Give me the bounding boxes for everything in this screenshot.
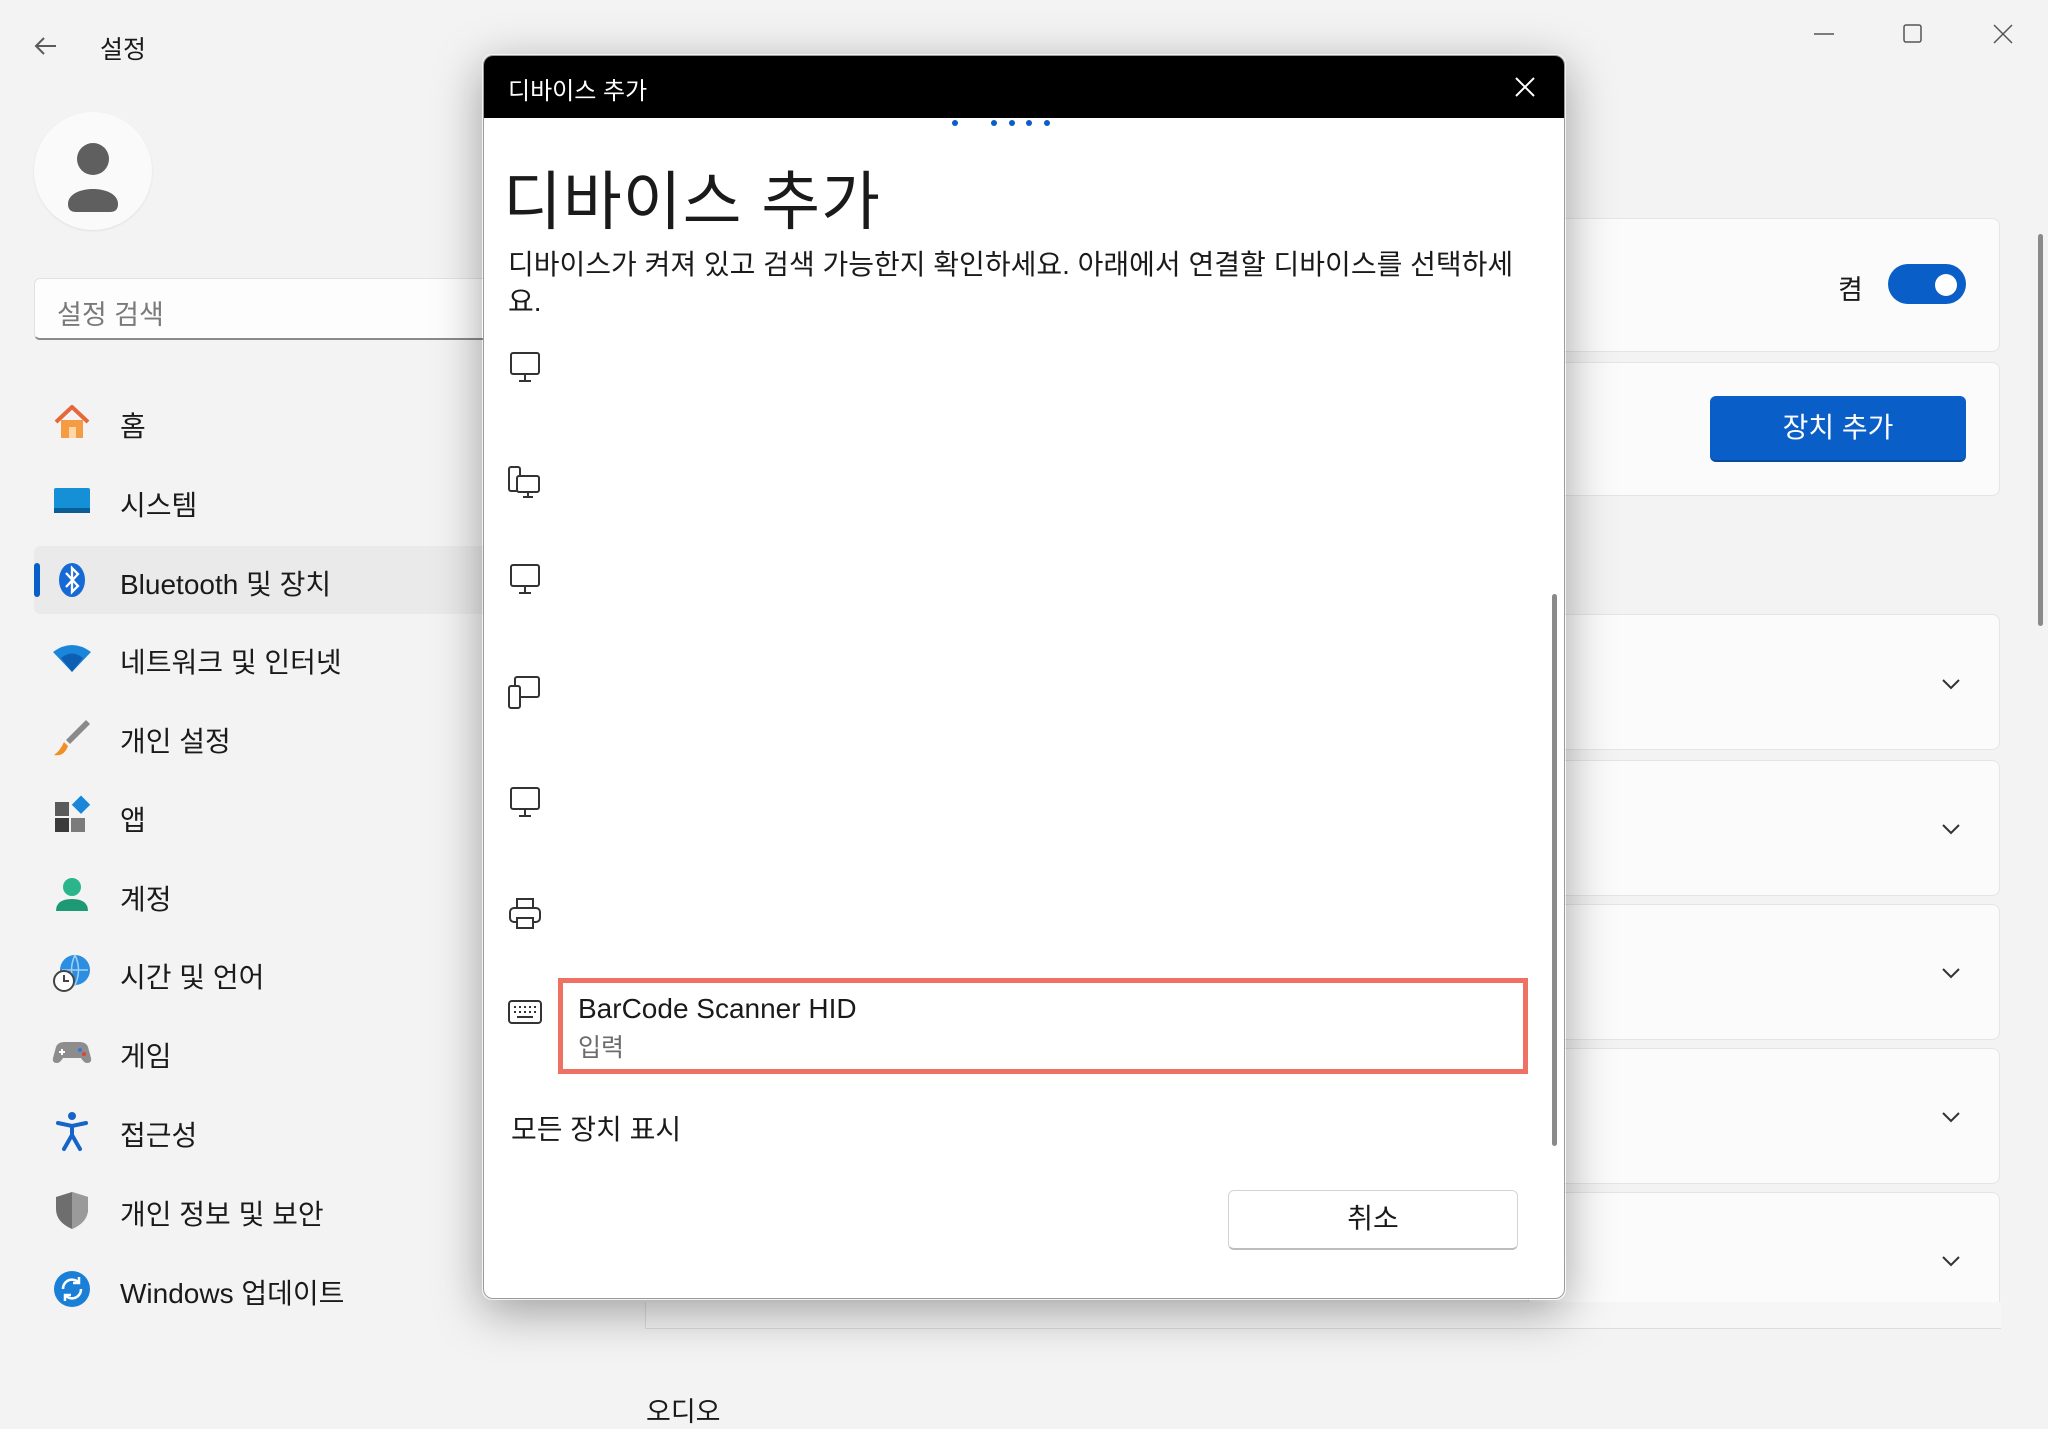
sidebar-item[interactable]: [34, 1097, 504, 1165]
accessibility-icon: [50, 1109, 94, 1153]
device-category-card[interactable]: [1528, 614, 2000, 750]
add-device-button[interactable]: 장치 추가: [1710, 396, 1966, 462]
monitor-icon[interactable]: [505, 560, 545, 600]
sidebar-item-label: 게임: [120, 1041, 172, 1072]
sidebar-item-label: Windows 업데이트: [120, 1278, 345, 1309]
bluetooth-icon: [50, 558, 94, 602]
brush-icon: [50, 715, 94, 759]
sidebar-item[interactable]: [34, 1018, 504, 1086]
update-icon: [50, 1267, 94, 1311]
sidebar-item-label: 네트워크 및 인터넷: [120, 647, 342, 678]
toggle-knob: [1935, 274, 1957, 296]
content-panel-edge: [645, 1302, 2001, 1329]
wifi-icon: [50, 636, 94, 680]
sidebar-item-label: 개인 정보 및 보안: [120, 1199, 324, 1230]
device-category-card[interactable]: [1528, 1048, 2000, 1184]
printer-icon[interactable]: [505, 894, 545, 934]
chevron-down-icon[interactable]: [1935, 668, 1967, 700]
minimize-icon[interactable]: [1804, 14, 1844, 54]
sidebar-item[interactable]: [34, 388, 504, 456]
dialog-description: 디바이스가 켜져 있고 검색 가능한지 확인하세요. 아래에서 연결할 디바이스…: [508, 249, 1514, 317]
section-heading-audio: 오디오: [646, 1397, 721, 1427]
dialog-titlebar: 디바이스 추가: [484, 56, 1564, 118]
keyboard-icon[interactable]: [505, 992, 545, 1032]
device-name: BarCode Scanner HID: [578, 993, 857, 1024]
sidebar-item[interactable]: [34, 861, 504, 929]
shield-icon: [50, 1188, 94, 1232]
chevron-down-icon[interactable]: [1935, 813, 1967, 845]
dialog-heading: 디바이스 추가: [503, 166, 882, 238]
home-icon: [50, 400, 94, 444]
show-all-devices-link[interactable]: 모든 장치 표시: [511, 1108, 681, 1148]
system-icon: [50, 479, 94, 523]
main-scrollbar[interactable]: [2038, 234, 2043, 626]
maximize-icon[interactable]: [1893, 14, 1933, 54]
back-arrow-icon[interactable]: [26, 26, 66, 66]
apps-icon: [50, 794, 94, 838]
user-icon: [68, 143, 118, 212]
app-title: 설정: [100, 36, 147, 64]
gamepad-icon: [50, 1030, 94, 1074]
chevron-down-icon[interactable]: [1935, 1245, 1967, 1277]
device-category-card[interactable]: [1528, 760, 2000, 896]
sidebar-item[interactable]: [34, 939, 504, 1007]
sidebar-item-label: 시스템: [120, 490, 198, 521]
sidebar-item[interactable]: [34, 782, 504, 850]
monitor-icon[interactable]: [505, 348, 545, 388]
add-device-dialog: 디바이스 추가 디바이스 추가 디바이스가 켜져 있고 검색 가능한지 확인하세…: [483, 55, 1565, 1299]
loading-dots-icon: [952, 120, 1050, 126]
sidebar-item-label: 앱: [120, 805, 146, 836]
phone-desktop-icon[interactable]: [505, 463, 545, 503]
monitor-icon[interactable]: [505, 783, 545, 823]
sidebar-item-label: 접근성: [120, 1120, 198, 1151]
dialog-scrollbar[interactable]: [1552, 594, 1557, 1146]
dialog-titlebar-text: 디바이스 추가: [508, 78, 648, 105]
account-icon: [50, 873, 94, 917]
sidebar-item[interactable]: [34, 467, 504, 535]
bluetooth-toggle-label: 켬: [1838, 275, 1863, 305]
sidebar-item-label: 개인 설정: [120, 726, 231, 757]
close-icon[interactable]: [1506, 68, 1544, 106]
globe-clock-icon: [50, 951, 94, 995]
device-category-card[interactable]: [1528, 904, 2000, 1040]
sidebar-item-label: 홈: [120, 411, 146, 442]
active-indicator: [34, 563, 40, 597]
sidebar-item-label: 시간 및 언어: [120, 962, 265, 993]
device-type: 입력: [578, 1034, 625, 1062]
sidebar-item-label: Bluetooth 및 장치: [120, 569, 332, 600]
phone-monitor-icon[interactable]: [505, 672, 545, 712]
sidebar-item-label: 계정: [120, 884, 172, 915]
cancel-button[interactable]: 취소: [1228, 1190, 1518, 1250]
sidebar-item[interactable]: [34, 703, 504, 771]
chevron-down-icon[interactable]: [1935, 957, 1967, 989]
chevron-down-icon[interactable]: [1935, 1101, 1967, 1133]
search-input[interactable]: 설정 검색: [34, 278, 504, 340]
close-window-icon[interactable]: [1983, 14, 2023, 54]
avatar[interactable]: [34, 112, 152, 230]
